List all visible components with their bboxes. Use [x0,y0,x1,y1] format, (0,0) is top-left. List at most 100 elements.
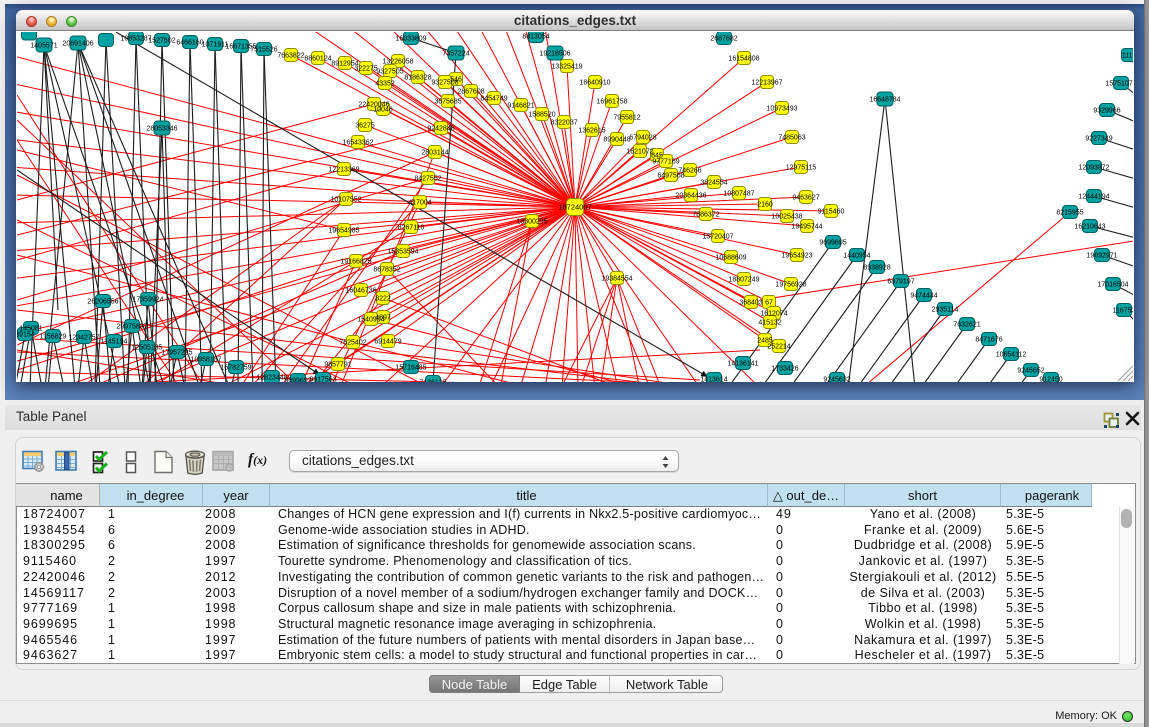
svg-text:9329966: 9329966 [1093,108,1120,115]
svg-text:15716485: 15716485 [395,365,426,372]
svg-text:14136141: 14136141 [727,361,758,368]
svg-text:16046736: 16046736 [345,288,376,295]
svg-text:1540994: 1540994 [357,317,384,324]
svg-text:16033809: 16033809 [395,36,426,43]
svg-text:1733426: 1733426 [771,366,798,373]
svg-text:8454749: 8454749 [480,96,507,103]
svg-text:18640910: 18640910 [579,80,610,87]
svg-text:7515526: 7515526 [250,47,277,54]
svg-text:1413614: 1413614 [700,377,727,383]
svg-text:16782759: 16782759 [220,365,251,372]
svg-text:13226058: 13226058 [382,59,413,66]
svg-text:9699692: 9699692 [284,378,311,383]
svg-text:28053346: 28053346 [146,126,177,133]
svg-text:10688609: 10688609 [715,255,746,262]
svg-text:8990448: 8990448 [603,137,630,144]
svg-text:8471676: 8471676 [975,337,1002,344]
svg-text:9115460: 9115460 [818,209,845,216]
svg-text:9227349: 9227349 [1085,136,1112,143]
svg-text:19495744: 19495744 [791,224,822,231]
svg-text:13325419: 13325419 [551,64,582,71]
svg-text:3824554: 3824554 [700,180,727,187]
svg-text:7625402: 7625402 [339,340,366,347]
svg-text:9245652: 9245652 [1017,368,1044,375]
svg-text:17016504: 17016504 [1097,282,1128,289]
svg-text:12823448: 12823448 [256,375,287,382]
svg-text:12093872: 12093872 [1078,165,1109,172]
svg-text:8215955: 8215955 [1056,210,1083,217]
svg-text:116753: 116753 [1113,308,1133,315]
svg-text:15751074: 15751074 [1105,81,1133,88]
svg-text:7663822: 7663822 [277,53,304,60]
svg-text:6497568: 6497568 [657,173,684,180]
svg-text:1612074: 1612074 [760,311,787,318]
svg-text:8917563: 8917563 [309,377,336,383]
svg-text:16648784: 16648784 [869,97,900,104]
svg-text:19654985: 19654985 [328,228,359,235]
svg-text:67: 67 [765,300,773,307]
svg-text:7886372: 7886372 [692,212,719,219]
svg-text:1405571: 1405571 [30,43,57,50]
svg-text:19756928: 19756928 [775,282,806,289]
svg-text:20691406: 20691406 [62,41,93,48]
svg-text:9327508: 9327508 [431,80,458,87]
svg-text:12213967: 12213967 [751,80,782,87]
svg-text:16154808: 16154808 [728,56,759,63]
svg-text:26206556: 26206556 [87,299,118,306]
svg-text:417004: 417004 [408,200,431,207]
svg-text:2687682: 2687682 [710,36,737,43]
svg-text:12342757: 12342757 [68,335,99,342]
svg-text:1588520: 1588520 [528,112,555,119]
svg-text:1362615: 1362615 [578,128,605,135]
svg-text:18724007: 18724007 [558,203,591,212]
svg-text:10958187: 10958187 [190,357,221,364]
svg-text:12505135: 12505135 [131,345,162,352]
svg-text:6466160: 6466160 [176,40,203,47]
svg-text:2867608: 2867608 [457,89,484,96]
svg-text:252214: 252214 [767,344,790,351]
svg-text:2160: 2160 [757,202,773,209]
svg-text:8938928: 8938928 [863,265,890,272]
svg-text:7357224: 7357224 [442,51,469,58]
svg-text:15720407: 15720407 [702,234,733,241]
svg-text:8267110: 8267110 [398,225,425,232]
svg-text:16543362: 16543362 [342,140,373,147]
svg-text:16961758: 16961758 [596,99,627,106]
svg-text:12213369: 12213369 [328,167,359,174]
svg-text:8322037: 8322037 [550,120,577,127]
svg-text:6879197: 6879197 [887,279,914,286]
svg-text:43352: 43352 [375,81,395,88]
svg-text:368403: 368403 [739,300,762,307]
svg-text:10853287: 10853287 [120,36,151,43]
svg-text:16210643: 16210643 [1074,224,1105,231]
svg-text:1117: 1117 [1122,53,1133,60]
svg-text:8860124: 8860124 [304,56,331,63]
svg-text:19384554: 19384554 [601,276,632,283]
svg-text:2935114: 2935114 [932,307,959,314]
svg-text:6914479: 6914479 [374,339,401,346]
svg-text:1621072: 1621072 [626,149,653,156]
svg-text:1156829: 1156829 [40,334,67,341]
svg-text:19692971: 19692971 [1086,253,1117,260]
svg-text:17359924: 17359924 [132,297,163,304]
svg-text:912450: 912450 [1039,377,1062,383]
svg-text:10025438: 10025438 [771,214,802,221]
svg-text:9146821: 9146821 [507,103,534,110]
svg-text:9242848: 9242848 [427,126,454,133]
svg-text:18807249: 18807249 [728,277,759,284]
svg-text:3675685: 3675685 [434,99,461,106]
svg-text:8222: 8222 [375,296,391,303]
svg-text:17957225: 17957225 [161,350,192,357]
svg-text:8427552: 8427552 [414,176,441,183]
svg-text:22420046: 22420046 [358,102,389,109]
svg-text:19166825: 19166825 [340,259,371,266]
svg-text:322275: 322275 [354,66,377,73]
svg-text:19218506: 19218506 [539,51,570,58]
svg-text:1440954: 1440954 [843,253,870,260]
svg-text:10973493: 10973493 [766,106,797,113]
svg-text:10107552: 10107552 [330,197,361,204]
svg-text:9245632: 9245632 [823,377,850,383]
svg-text:12444194: 12444194 [1078,194,1109,201]
svg-text:36275: 36275 [355,123,375,130]
svg-text:1145194: 1145194 [101,339,128,346]
